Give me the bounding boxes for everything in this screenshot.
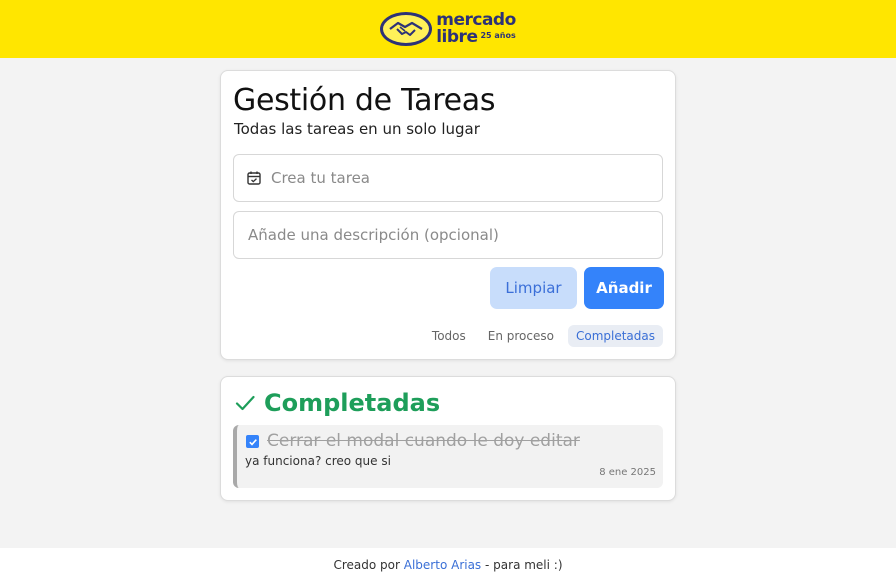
task-description-field[interactable] bbox=[233, 211, 663, 259]
footer: Creado por Alberto Arias - para meli :) bbox=[0, 548, 896, 582]
mercadolibre-logo[interactable]: mercado libre 25 años bbox=[380, 12, 516, 46]
anniversary-label: 25 años bbox=[480, 31, 516, 40]
completed-header: Completadas bbox=[234, 389, 440, 417]
task-form-card: Gestión de Tareas Todas las tareas en un… bbox=[220, 70, 676, 360]
task-checkbox[interactable] bbox=[246, 435, 259, 448]
task-title-field[interactable] bbox=[233, 154, 663, 202]
task-title: Cerrar el modal cuando le doy editar bbox=[267, 431, 580, 451]
author-link[interactable]: Alberto Arias bbox=[404, 558, 481, 572]
filter-completed[interactable]: Completadas bbox=[567, 325, 663, 347]
task-description: ya funciona? creo que si bbox=[245, 454, 391, 468]
footer-suffix: - para meli :) bbox=[485, 558, 563, 572]
task-date: 8 ene 2025 bbox=[599, 467, 656, 478]
handshake-icon bbox=[380, 12, 433, 46]
calendar-check-icon bbox=[246, 170, 262, 186]
filter-all[interactable]: Todos bbox=[424, 325, 474, 347]
top-bar: mercado libre 25 años bbox=[0, 0, 896, 58]
page-subtitle: Todas las tareas en un solo lugar bbox=[234, 120, 480, 138]
checkmark-icon bbox=[234, 392, 256, 414]
task-item[interactable]: Cerrar el modal cuando le doy editar ya … bbox=[233, 425, 663, 488]
brand-name-line2: libre bbox=[436, 27, 478, 47]
completed-tasks-card: Completadas Cerrar el modal cuando le do… bbox=[220, 376, 676, 501]
footer-prefix: Creado por bbox=[333, 558, 400, 572]
task-title-input[interactable] bbox=[271, 169, 662, 187]
task-description-input[interactable] bbox=[248, 226, 662, 244]
brand-name-line1: mercado bbox=[436, 10, 516, 30]
completed-title: Completadas bbox=[264, 389, 441, 417]
checkbox-check-icon bbox=[248, 438, 257, 446]
filter-tabs: Todos En proceso Completadas bbox=[424, 325, 663, 347]
filter-in-progress[interactable]: En proceso bbox=[480, 325, 562, 347]
add-button[interactable]: Añadir bbox=[584, 267, 664, 309]
clear-button[interactable]: Limpiar bbox=[490, 267, 577, 309]
page-title: Gestión de Tareas bbox=[233, 83, 496, 118]
